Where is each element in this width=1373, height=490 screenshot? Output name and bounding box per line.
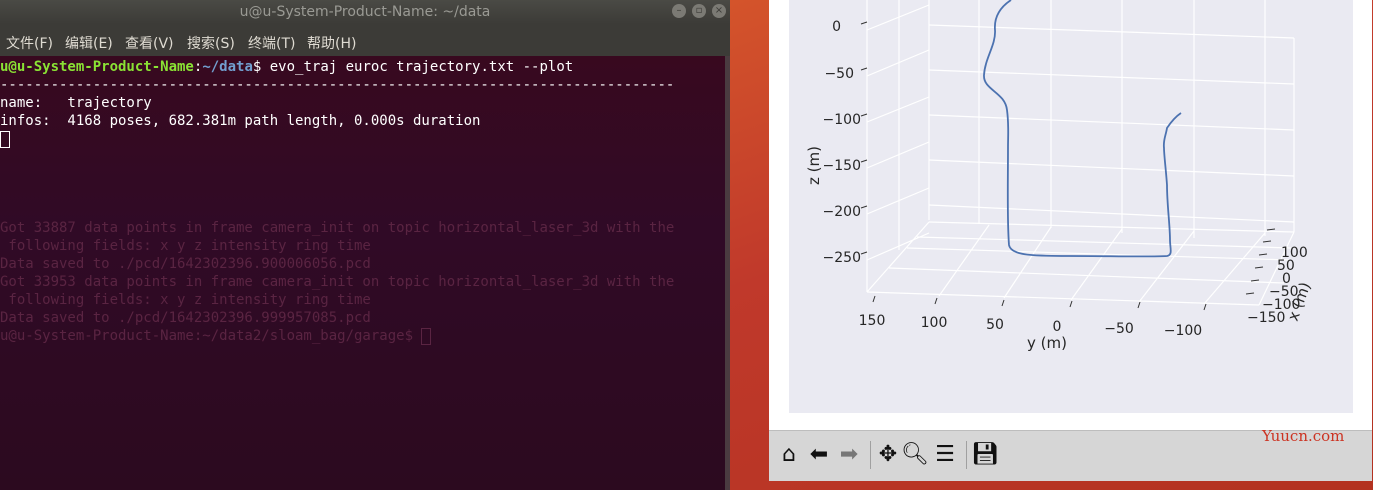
trajectory-line <box>983 0 1182 258</box>
minimize-icon[interactable]: – <box>672 4 686 18</box>
z-tick-label: −250 <box>823 250 861 266</box>
menu-edit[interactable]: 编辑(E) <box>65 33 113 53</box>
terminal-scrollbar[interactable] <box>725 56 730 490</box>
name-line: name: trajectory <box>0 95 152 111</box>
y-tick-label: 0 <box>1053 319 1062 335</box>
z-axis-label: z (m) <box>805 146 823 185</box>
ghost-line: following fields: x y z intensity ring t… <box>0 238 371 254</box>
terminal-window: u@u-System-Product-Name: ~/data – ▫ × 文件… <box>0 0 730 490</box>
separator-line: ----------------------------------------… <box>0 77 675 93</box>
watermark-text: Yuucn.com <box>1262 427 1345 445</box>
plot-window: 0 −50 −100 −150 −200 −250 z (m) 150 100 <box>769 0 1372 481</box>
plot-grid <box>866 0 1295 306</box>
y-tick-label: −50 <box>1104 321 1134 337</box>
z-tick-marks <box>860 21 868 255</box>
terminal-cursor <box>0 130 10 148</box>
terminal-menubar: 文件(F) 编辑(E) 查看(V) 搜索(S) 终端(T) 帮助(H) <box>0 24 730 56</box>
terminal-output[interactable]: u@u-System-Product-Name:~/data$ evo_traj… <box>0 56 725 490</box>
zoom-icon[interactable]: 🔍︎ <box>900 440 930 470</box>
menu-view[interactable]: 查看(V) <box>125 33 174 53</box>
ghost-line: Data saved to ./pcd/1642302396.900006056… <box>0 256 371 272</box>
infos-line: infos: 4168 poses, 682.381m path length,… <box>0 113 481 129</box>
plot-area: 0 −50 −100 −150 −200 −250 z (m) 150 100 <box>789 0 1353 413</box>
ghost-line: Got 33887 data points in frame camera_in… <box>0 220 675 236</box>
y-tick-label: 150 <box>859 313 886 329</box>
y-axis-label: y (m) <box>1027 334 1067 352</box>
close-icon[interactable]: × <box>712 4 726 18</box>
y-tick-label: 100 <box>921 315 948 331</box>
command-text: $ evo_traj euroc trajectory.txt --plot <box>252 59 574 75</box>
z-tick-label: −50 <box>824 66 854 82</box>
z-tick-label: −100 <box>823 112 861 128</box>
home-icon[interactable]: ⌂ <box>774 440 804 470</box>
trajectory-3d-plot[interactable]: 0 −50 −100 −150 −200 −250 z (m) 150 100 <box>789 0 1353 413</box>
configure-subplots-icon[interactable]: ☰ <box>930 440 960 470</box>
prompt-user: u@u-System-Product-Name <box>0 59 194 75</box>
z-tick-label: 0 <box>832 19 841 35</box>
back-arrow-icon[interactable]: ⬅ <box>804 440 834 470</box>
z-tick-label: −150 <box>823 158 861 174</box>
y-tick-label: −100 <box>1164 323 1202 339</box>
x-tick-label: −150 <box>1247 310 1285 326</box>
y-tick-label: 50 <box>986 317 1004 333</box>
menu-terminal[interactable]: 终端(T) <box>248 33 295 53</box>
menu-help[interactable]: 帮助(H) <box>307 33 356 53</box>
save-icon[interactable]: 💾︎ <box>970 440 1000 470</box>
menu-search[interactable]: 搜索(S) <box>187 33 235 53</box>
terminal-titlebar: u@u-System-Product-Name: ~/data – ▫ × <box>0 0 730 24</box>
ghost-line: Got 33953 data points in frame camera_in… <box>0 274 675 290</box>
command-line: u@u-System-Product-Name:~/data$ evo_traj… <box>0 59 574 75</box>
forward-arrow-icon[interactable]: ➡ <box>834 440 864 470</box>
ghost-line: Data saved to ./pcd/1642302396.999957085… <box>0 310 371 326</box>
menu-file[interactable]: 文件(F) <box>6 33 53 53</box>
prompt-path: ~/data <box>202 59 253 75</box>
maximize-icon[interactable]: ▫ <box>692 4 706 18</box>
ghost-line: following fields: x y z intensity ring t… <box>0 292 371 308</box>
terminal-title: u@u-System-Product-Name: ~/data <box>239 4 491 20</box>
pan-icon[interactable]: ✥ <box>873 440 903 470</box>
ghost-prompt-line: u@u-System-Product-Name:~/data2/sloam_ba… <box>0 327 432 345</box>
z-tick-label: −200 <box>823 204 861 220</box>
